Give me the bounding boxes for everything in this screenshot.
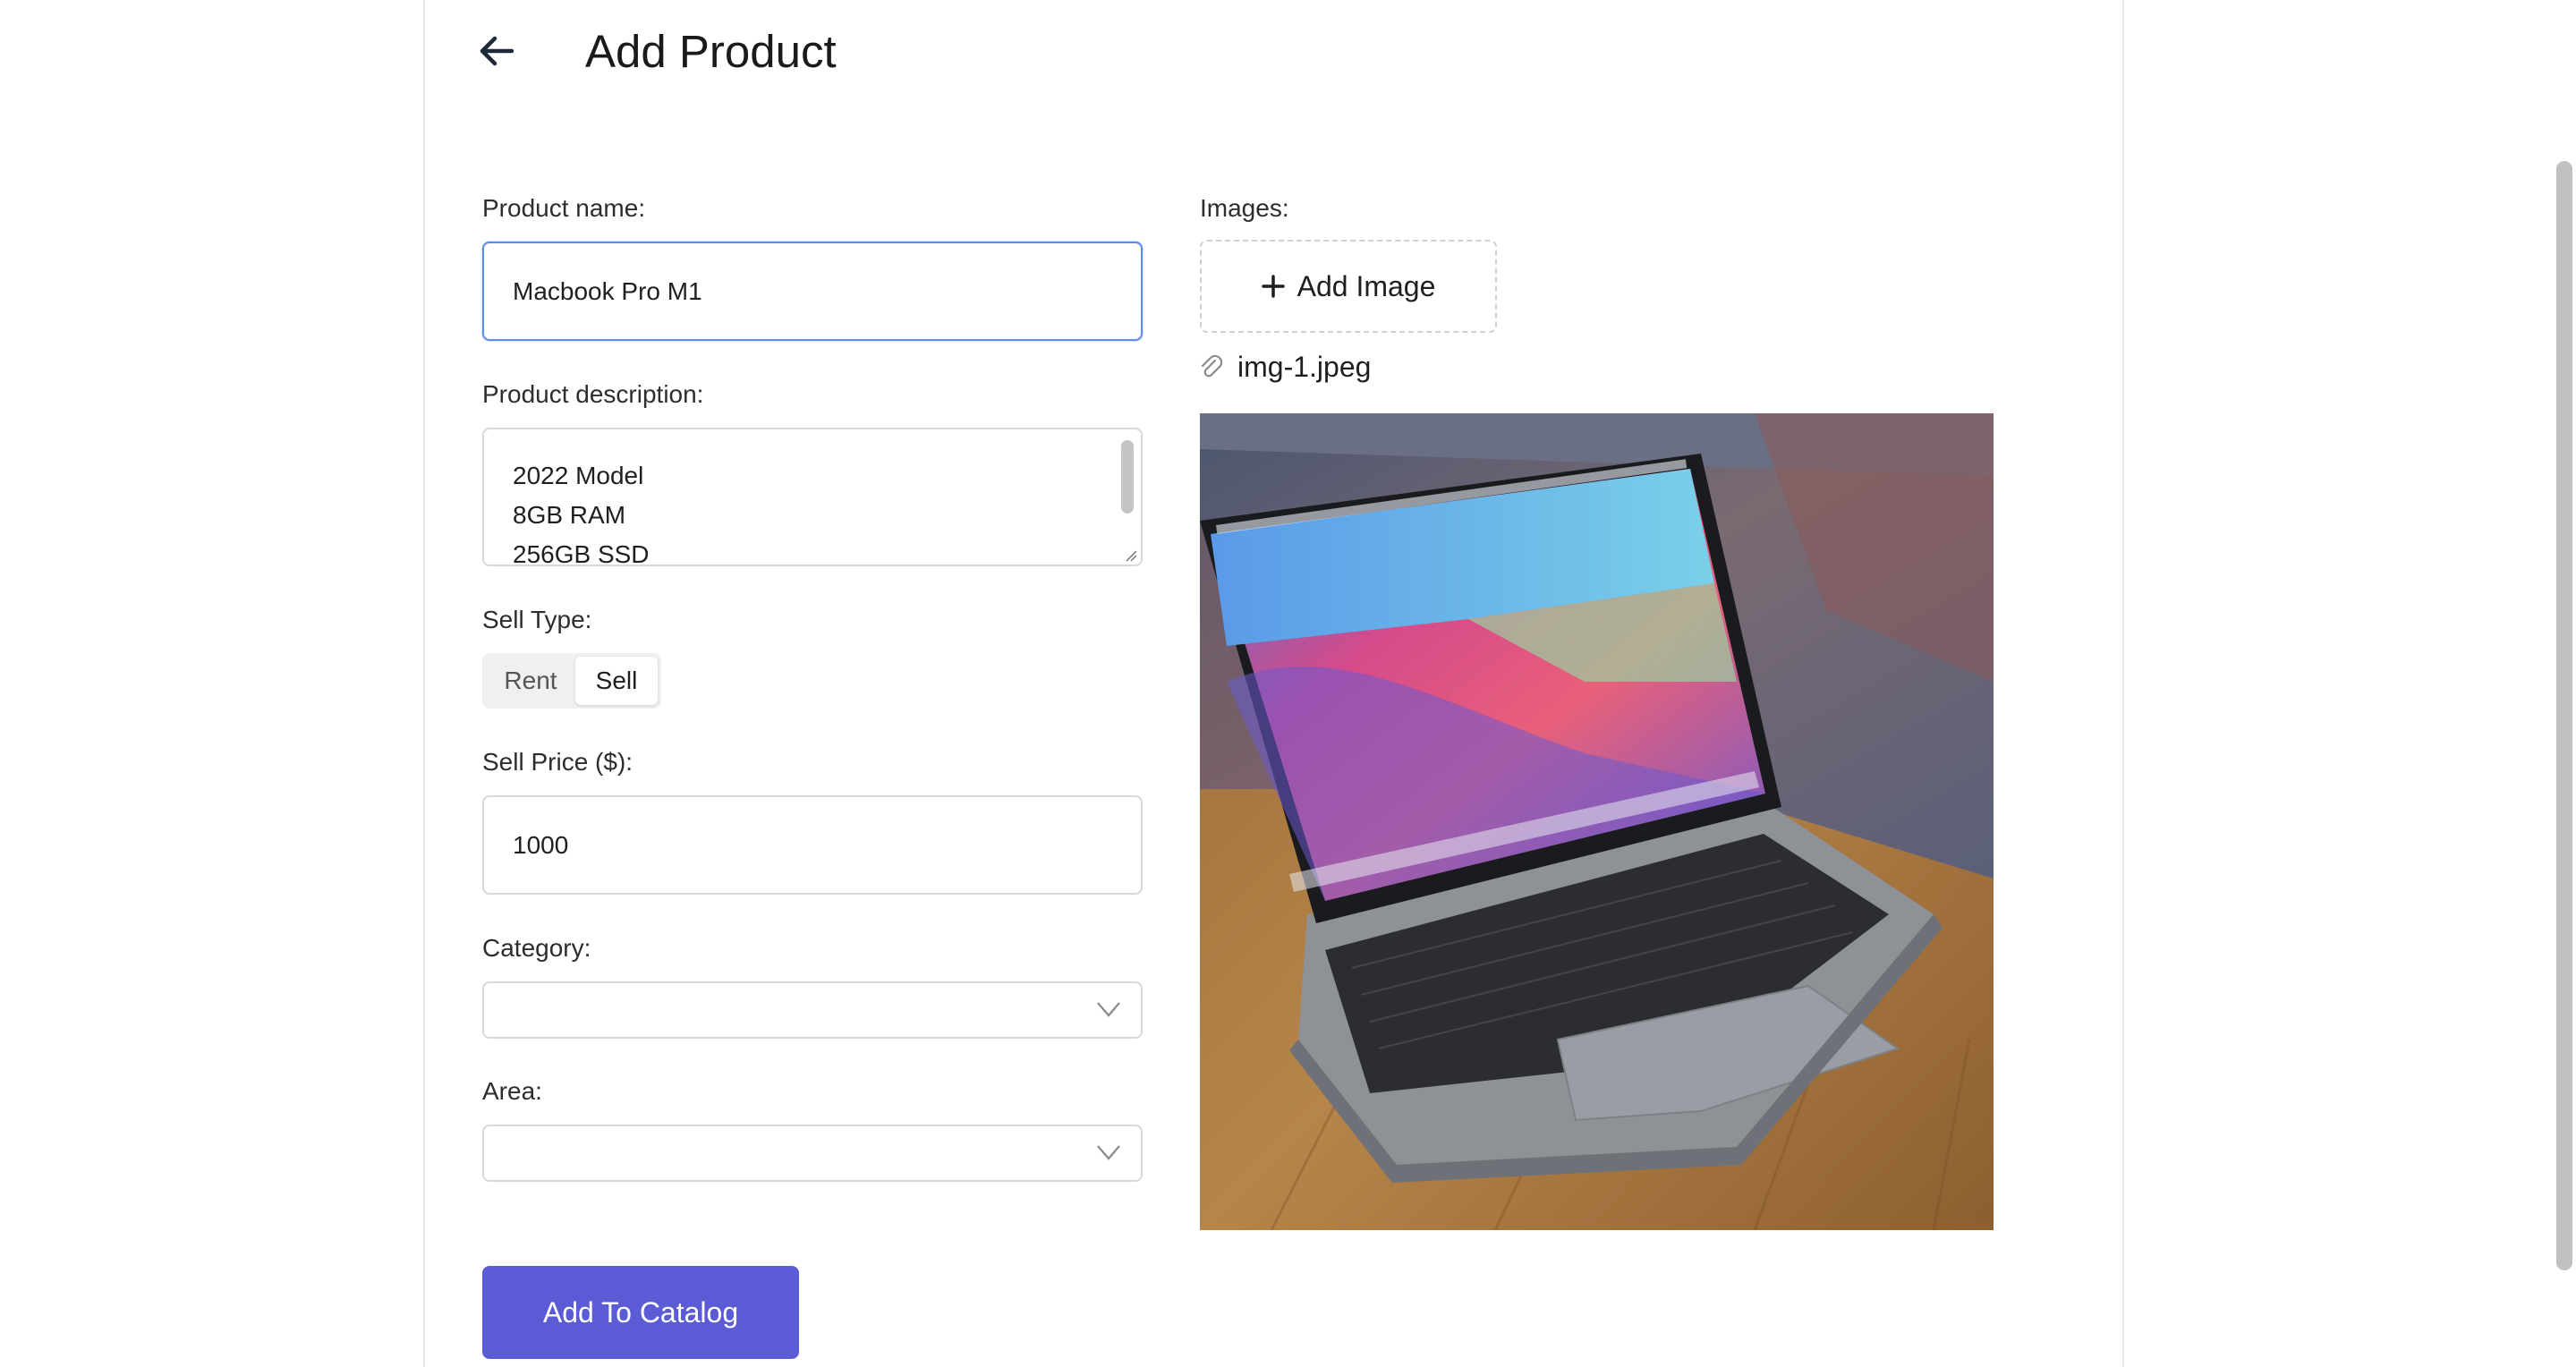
back-button[interactable]: [479, 34, 514, 68]
arrow-left-icon: [480, 36, 514, 66]
add-image-label: Add Image: [1297, 269, 1436, 302]
description-line: 8GB RAM: [513, 501, 626, 529]
area-label: Area:: [482, 1077, 542, 1105]
sell-price-input[interactable]: [482, 795, 1143, 895]
sell-type-option-sell[interactable]: Sell: [575, 657, 658, 705]
page-title: Add Product: [585, 26, 837, 77]
chevron-down-icon: [1097, 1002, 1120, 1017]
sell-price-label: Sell Price ($):: [482, 748, 633, 776]
add-image-button[interactable]: Add Image: [1200, 240, 1497, 333]
file-list-item: img-1.jpeg: [1200, 347, 1371, 386]
description-line: 2022 Model: [513, 462, 644, 489]
chevron-down-icon: [1097, 1145, 1120, 1160]
product-name-label: Product name:: [482, 194, 646, 222]
sell-type-label: Sell Type:: [482, 606, 592, 633]
images-label: Images:: [1200, 194, 1289, 222]
sell-type-toggle: Rent Sell: [482, 653, 661, 709]
paperclip-icon: [1201, 354, 1223, 378]
resize-handle-icon[interactable]: [1125, 549, 1137, 562]
description-line: 256GB SSD: [513, 540, 650, 566]
area-select[interactable]: [482, 1125, 1143, 1182]
product-description-textarea[interactable]: 2022 Model 8GB RAM 256GB SSD: [482, 428, 1143, 566]
sell-type-option-rent[interactable]: Rent: [486, 657, 575, 705]
textarea-scrollbar[interactable]: [1121, 440, 1134, 514]
product-image-preview: [1200, 413, 1994, 1230]
category-label: Category:: [482, 934, 591, 962]
plus-icon: [1261, 275, 1285, 298]
product-description-label: Product description:: [482, 380, 704, 408]
page-scrollbar[interactable]: [2556, 161, 2572, 1270]
category-select[interactable]: [482, 981, 1143, 1039]
add-to-catalog-button[interactable]: Add To Catalog: [482, 1266, 799, 1359]
laptop-photo: [1200, 413, 1994, 1230]
file-name-link[interactable]: img-1.jpeg: [1237, 351, 1371, 384]
product-name-input[interactable]: [482, 242, 1143, 341]
